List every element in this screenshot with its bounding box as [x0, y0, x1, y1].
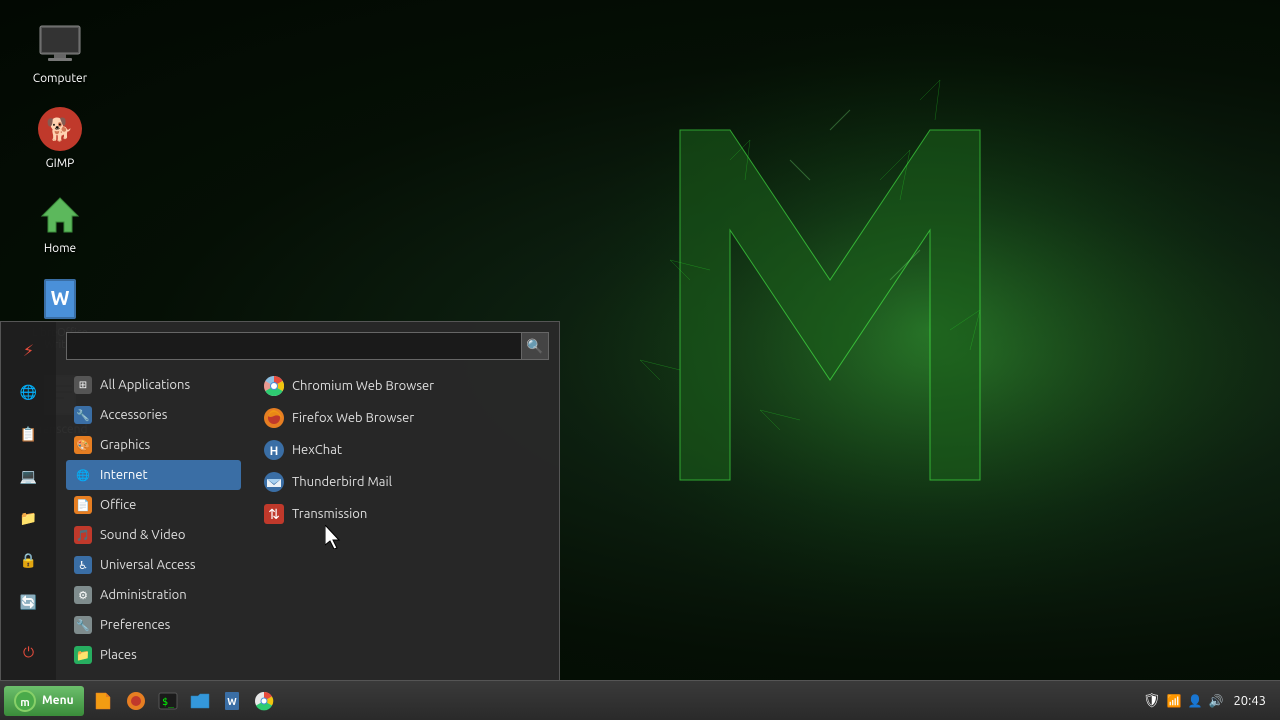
desktop: Computer 🐕 GIMP Home: [0, 0, 1280, 720]
hexchat-app-icon: H: [264, 440, 284, 460]
category-internet[interactable]: 🌐 Internet: [66, 460, 241, 490]
menu-button[interactable]: m Menu: [4, 686, 84, 716]
graphics-icon: 🎨: [74, 436, 92, 454]
taskbar-files-btn[interactable]: [90, 687, 118, 715]
search-bar: 🔍: [66, 332, 549, 360]
mint-logo-bg: [530, 0, 1280, 680]
sound-video-label: Sound & Video: [100, 528, 186, 542]
transmission-app-label: Transmission: [292, 507, 367, 521]
taskbar-writer-btn[interactable]: W: [218, 687, 246, 715]
all-applications-icon: ⊞: [74, 376, 92, 394]
category-administration[interactable]: ⚙ Administration: [66, 580, 241, 610]
hexchat-app-label: HexChat: [292, 443, 342, 457]
sidebar-lock-icon[interactable]: 🔒: [11, 542, 47, 578]
tray-users-icon[interactable]: 👤: [1188, 694, 1203, 708]
firefox-app-label: Firefox Web Browser: [292, 411, 414, 425]
tray-network-icon[interactable]: 🛡: [1143, 692, 1161, 709]
chromium-app-icon: [264, 376, 284, 396]
sidebar-network-icon[interactable]: 🌐: [11, 374, 47, 410]
taskbar-files2-btn[interactable]: [186, 687, 214, 715]
sidebar-power-icon[interactable]: ⚡: [11, 332, 47, 368]
sidebar-terminal-icon[interactable]: 💻: [11, 458, 47, 494]
svg-text:W: W: [51, 286, 70, 309]
preferences-icon: 🔧: [74, 616, 92, 634]
thunderbird-app-label: Thunderbird Mail: [292, 475, 392, 489]
tray-volume-icon[interactable]: 🔊: [1209, 694, 1224, 708]
administration-label: Administration: [100, 588, 187, 602]
universal-access-label: Universal Access: [100, 558, 195, 572]
libreoffice-writer-icon: W: [36, 275, 84, 323]
desktop-icon-home[interactable]: Home: [20, 190, 100, 255]
firefox-app-icon: [264, 408, 284, 428]
apps-column: Chromium Web Browser Firefox Web Browser: [241, 370, 559, 670]
gimp-icon-label: GIMP: [46, 157, 75, 170]
taskbar-time[interactable]: 20:43: [1229, 694, 1270, 708]
thunderbird-app-icon: [264, 472, 284, 492]
svg-text:H: H: [270, 445, 279, 458]
svg-text:⇅: ⇅: [268, 506, 280, 522]
menu-content: 🔍 ⊞ All Applications 🔧 Accessories 🎨: [56, 322, 559, 670]
taskbar-terminal-btn[interactable]: $_: [154, 687, 182, 715]
sound-video-icon: 🎵: [74, 526, 92, 544]
sidebar-folder-icon[interactable]: 📁: [11, 500, 47, 536]
home-icon: [36, 190, 84, 238]
places-label: Places: [100, 648, 137, 662]
app-thunderbird[interactable]: Thunderbird Mail: [256, 466, 559, 498]
sidebar-notes-icon[interactable]: 📋: [11, 416, 47, 452]
desktop-icon-computer[interactable]: Computer: [20, 20, 100, 85]
places-icon: 📁: [74, 646, 92, 664]
administration-icon: ⚙: [74, 586, 92, 604]
category-graphics[interactable]: 🎨 Graphics: [66, 430, 241, 460]
taskbar: m Menu $_: [0, 680, 1280, 720]
taskbar-firefox-btn[interactable]: [122, 687, 150, 715]
category-sound-video[interactable]: 🎵 Sound & Video: [66, 520, 241, 550]
taskbar-chromium-btn[interactable]: [250, 687, 278, 715]
accessories-label: Accessories: [100, 408, 167, 422]
app-transmission[interactable]: ⇅ Transmission: [256, 498, 559, 530]
app-chromium[interactable]: Chromium Web Browser: [256, 370, 559, 402]
mint-logo-icon: m: [14, 690, 36, 712]
office-label: Office: [100, 498, 136, 512]
app-hexchat[interactable]: H HexChat: [256, 434, 559, 466]
taskbar-right: 🛡 📶 👤 🔊 20:43: [1143, 692, 1280, 709]
office-icon: 📄: [74, 496, 92, 514]
accessories-icon: 🔧: [74, 406, 92, 424]
svg-text:m: m: [20, 697, 29, 709]
category-office[interactable]: 📄 Office: [66, 490, 241, 520]
category-preferences[interactable]: 🔧 Preferences: [66, 610, 241, 640]
menu-columns: ⊞ All Applications 🔧 Accessories 🎨 Graph…: [66, 370, 559, 670]
category-accessories[interactable]: 🔧 Accessories: [66, 400, 241, 430]
internet-icon: 🌐: [74, 466, 92, 484]
svg-text:$_: $_: [162, 697, 175, 708]
category-all-applications[interactable]: ⊞ All Applications: [66, 370, 241, 400]
universal-access-icon: ♿: [74, 556, 92, 574]
category-universal-access[interactable]: ♿ Universal Access: [66, 550, 241, 580]
graphics-label: Graphics: [100, 438, 150, 452]
chromium-app-label: Chromium Web Browser: [292, 379, 434, 393]
svg-text:W: W: [227, 696, 237, 707]
home-icon-label: Home: [44, 242, 76, 255]
computer-icon-label: Computer: [33, 72, 87, 85]
sidebar-logout-icon[interactable]: ⏻: [11, 634, 47, 670]
categories-column: ⊞ All Applications 🔧 Accessories 🎨 Graph…: [66, 370, 241, 670]
app-firefox[interactable]: Firefox Web Browser: [256, 402, 559, 434]
gimp-icon: 🐕: [36, 105, 84, 153]
transmission-app-icon: ⇅: [264, 504, 284, 524]
computer-icon: [36, 20, 84, 68]
desktop-icon-gimp[interactable]: 🐕 GIMP: [20, 105, 100, 170]
tray-bluetooth-icon[interactable]: 📶: [1167, 694, 1182, 708]
menu-button-label: Menu: [42, 694, 74, 707]
start-menu: ⚡ 🌐 📋 💻 📁 🔒 🔄 ⏻ 🔍 ⊞ All Applicatio: [0, 321, 560, 680]
search-input[interactable]: [66, 332, 521, 360]
preferences-label: Preferences: [100, 618, 170, 632]
sidebar-update-icon[interactable]: 🔄: [11, 584, 47, 620]
menu-sidebar: ⚡ 🌐 📋 💻 📁 🔒 🔄 ⏻: [1, 322, 56, 680]
svg-text:🐕: 🐕: [46, 117, 73, 142]
search-button[interactable]: 🔍: [521, 332, 549, 360]
category-places[interactable]: 📁 Places: [66, 640, 241, 670]
internet-label: Internet: [100, 468, 148, 482]
all-applications-label: All Applications: [100, 378, 190, 392]
